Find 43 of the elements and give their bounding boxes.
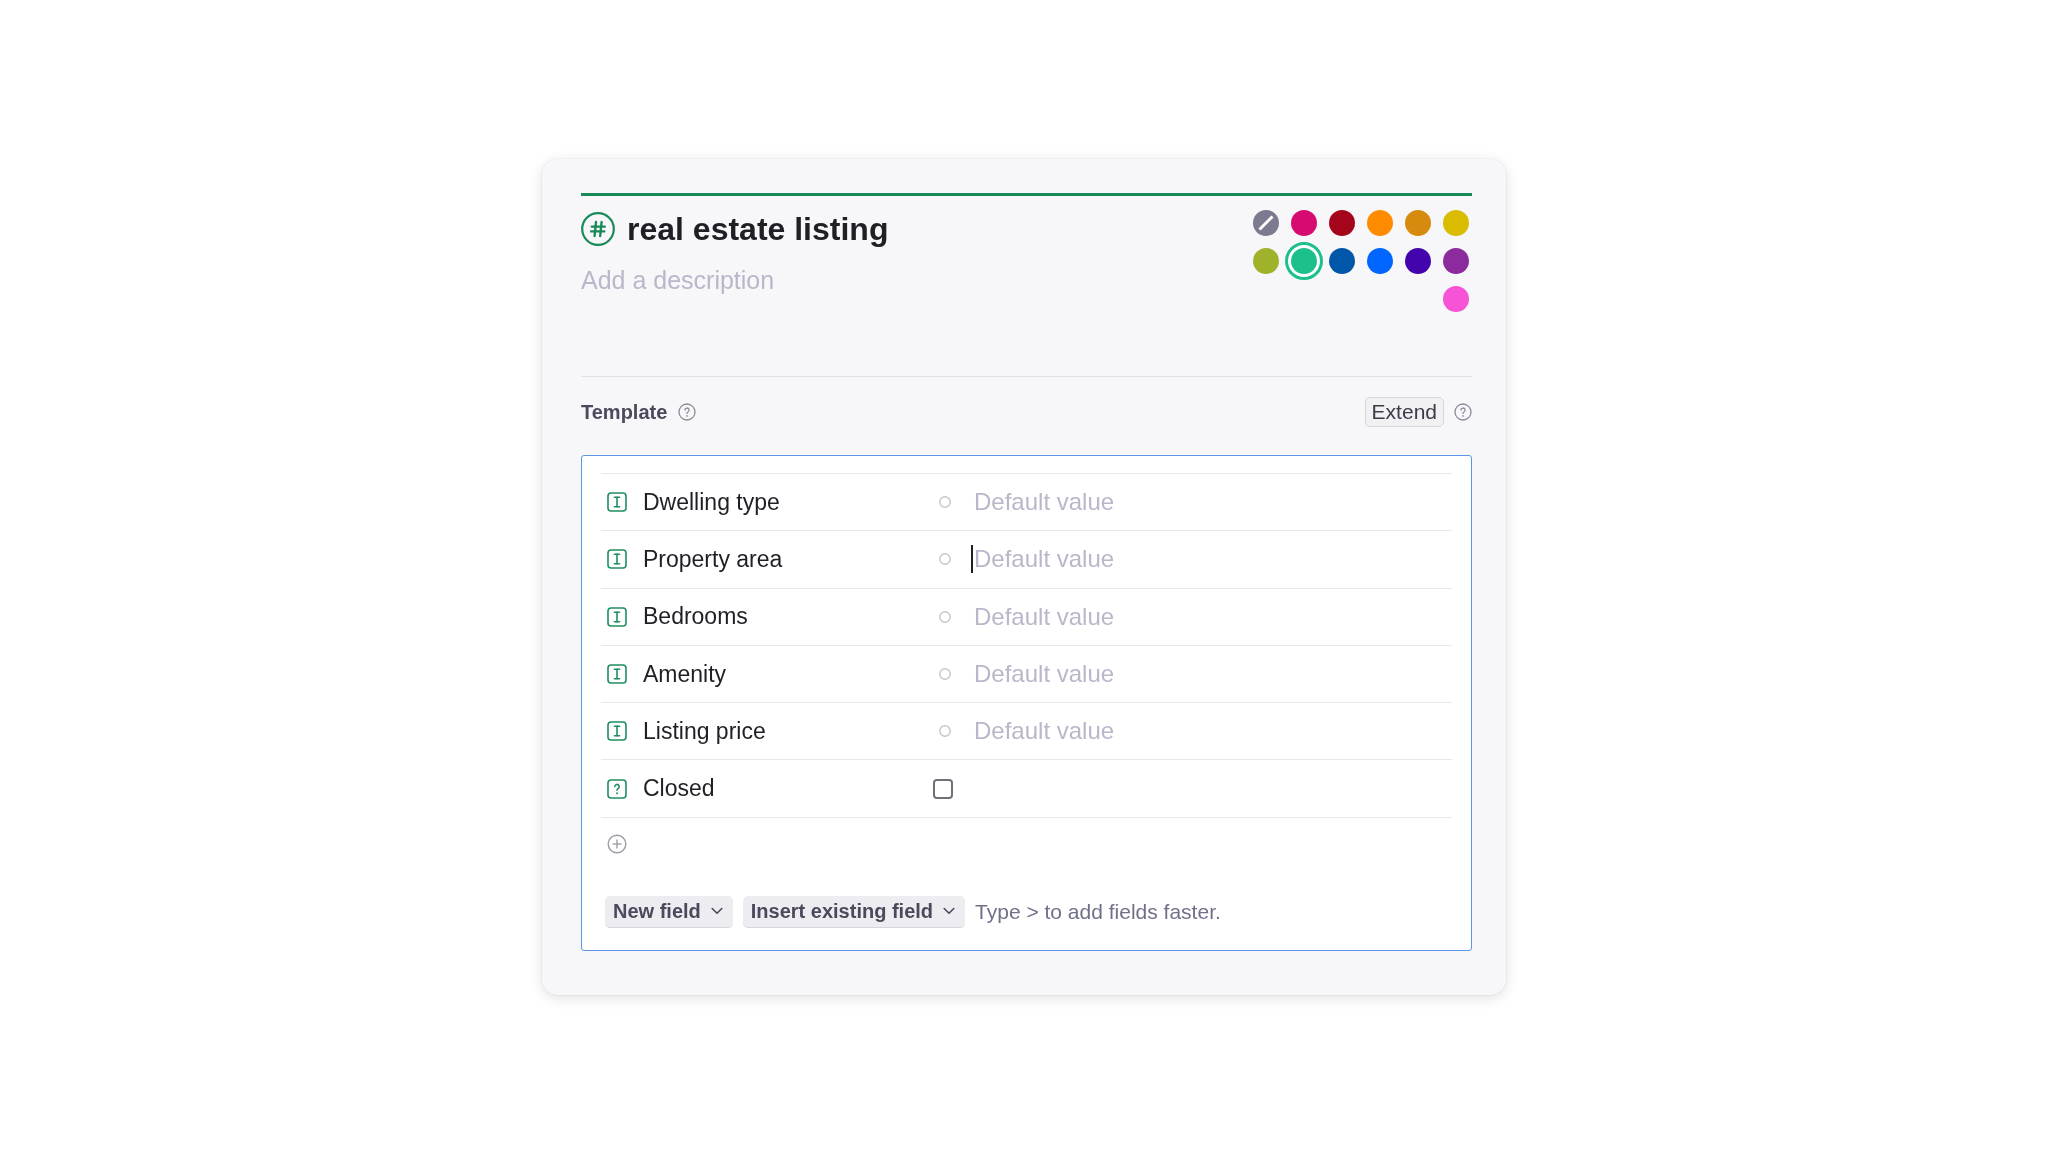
field-name: Dwelling type	[643, 488, 781, 516]
field-name: Property area	[643, 545, 784, 573]
empty-circle-icon	[939, 668, 951, 681]
color-swatch-icon[interactable]	[1405, 210, 1431, 236]
default-value-input[interactable]: Default value	[971, 658, 1452, 691]
default-value-input[interactable]: Default value	[971, 486, 1452, 519]
dropdown-button[interactable]: Insert existing field	[742, 895, 966, 928]
color-swatch-icon[interactable]	[1367, 248, 1393, 274]
color-swatch-icon[interactable]	[1329, 248, 1355, 274]
color-swatch-icon[interactable]	[1285, 242, 1323, 280]
hint-text: Type > to add fields faster.	[975, 899, 1221, 924]
help-icon[interactable]	[1454, 403, 1472, 421]
extend-button[interactable]: Extend	[1364, 397, 1444, 427]
color-swatch-icon[interactable]	[1291, 210, 1317, 236]
field-name: Bedrooms	[643, 603, 749, 631]
default-value-input[interactable]: Default value	[971, 543, 1452, 576]
default-value-input[interactable]: Default value	[971, 600, 1452, 633]
entity-title: real estate listing	[627, 210, 889, 248]
empty-circle-icon	[939, 610, 951, 623]
color-swatch-icon[interactable]	[1367, 210, 1393, 236]
color-swatch-icon[interactable]	[1405, 248, 1431, 274]
default-value-input[interactable]: Default value	[971, 715, 1452, 748]
add-circle-icon[interactable]	[607, 833, 627, 854]
chevron-down-icon	[943, 907, 956, 916]
checkbox[interactable]	[933, 778, 953, 799]
field-name: Closed	[643, 775, 716, 803]
help-icon[interactable]	[678, 403, 697, 421]
color-swatch-icon[interactable]	[1443, 210, 1469, 236]
color-swatch-icon[interactable]	[1253, 248, 1279, 274]
field-name: Listing price	[643, 717, 767, 745]
chevron-down-icon	[710, 907, 723, 916]
hash-circle-icon	[581, 212, 615, 246]
dropdown-button[interactable]: New field	[605, 895, 733, 928]
slashed-swatch-icon[interactable]	[1253, 210, 1279, 236]
section-label: Template	[581, 400, 668, 424]
color-swatch-icon[interactable]	[1443, 286, 1469, 312]
empty-circle-icon	[939, 725, 951, 738]
color-swatch-icon[interactable]	[1443, 248, 1469, 274]
description-input[interactable]: Add a description	[581, 264, 1001, 296]
empty-circle-icon	[939, 496, 951, 509]
color-swatch-icon[interactable]	[1329, 210, 1355, 236]
field-name: Amenity	[643, 660, 728, 688]
empty-circle-icon	[939, 553, 951, 566]
